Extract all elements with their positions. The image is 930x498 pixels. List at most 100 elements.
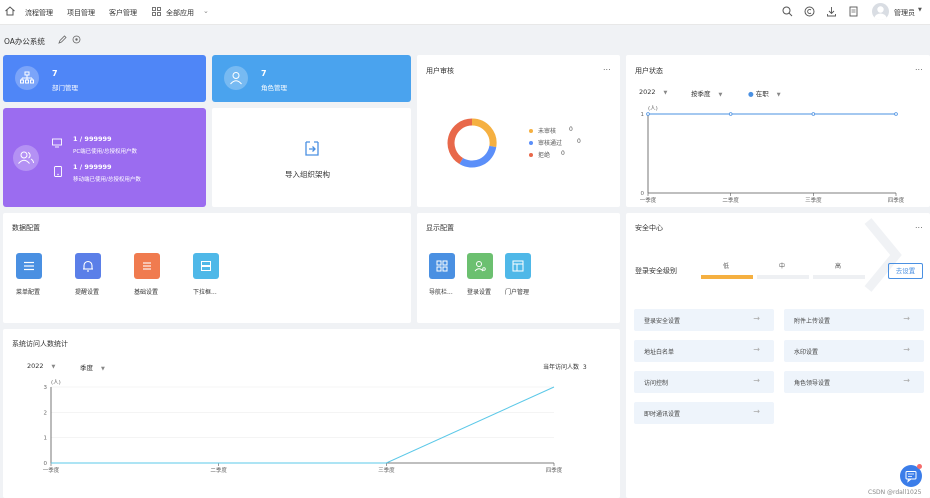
legend-value: 0 (561, 150, 565, 157)
document-icon[interactable] (848, 6, 859, 17)
menu-config-button[interactable] (16, 253, 42, 279)
user-status-title: 用户状态 (635, 67, 663, 75)
series-line (51, 386, 555, 464)
year-select[interactable]: 2022 ▼ (639, 88, 667, 96)
nav-customer[interactable]: 客户管理 (109, 8, 137, 18)
x-tick-label: 一季度 (640, 196, 657, 204)
user-icon (224, 66, 248, 90)
status-select[interactable]: ● 在职 ▼ (748, 88, 781, 98)
attachment-upload-settings-button[interactable]: 附件上传设置 → (784, 309, 924, 331)
navbar-config-label: 导航栏... (429, 289, 453, 296)
x-tick-label: 四季度 (546, 466, 563, 474)
x-tick-label: 三季度 (805, 196, 822, 204)
nav-project[interactable]: 项目管理 (67, 8, 95, 18)
more-icon[interactable]: ... (915, 221, 923, 230)
more-icon[interactable]: ... (915, 63, 923, 72)
x-tick-label: 一季度 (43, 466, 60, 474)
role-label: 角色管理 (261, 84, 287, 92)
role-tile[interactable]: 7 角色管理 (212, 55, 411, 102)
legend-value: 0 (577, 138, 581, 145)
reminder-settings-button[interactable] (75, 253, 101, 279)
visits-year-select[interactable]: 2022 ▼ (27, 362, 55, 370)
menu-config-label: 菜单配置 (16, 289, 41, 296)
import-org-tile[interactable]: 导入组织架构 (212, 108, 411, 207)
user-audit-card: 用户审核 ... 未审核 0 审核通过 0 拒绝 0 (417, 55, 620, 207)
home-icon[interactable] (4, 5, 16, 17)
login-settings-button[interactable] (467, 253, 493, 279)
basic-settings-button[interactable] (134, 253, 160, 279)
pc-license-label: PC端已使用/总授权用户数 (73, 149, 138, 155)
legend-label: 审核通过 (538, 140, 563, 147)
portal-management-button[interactable] (505, 253, 531, 279)
watermark-settings-button[interactable]: 水印设置 → (784, 340, 924, 362)
data-config-card: 数据配置 菜单配置 提醒设置 基础设置 下拉框... (3, 213, 411, 323)
license-tile: 1 / 999999 PC端已使用/总授权用户数 1 / 999999 移动端已… (3, 108, 206, 207)
legend-label: 拒绝 (538, 152, 551, 159)
more-icon[interactable]: ... (603, 63, 611, 72)
go-settings-button[interactable]: 去设置 (888, 263, 923, 279)
level-mid-label: 中 (779, 263, 786, 270)
watermark-text: CSDN @rdall1025 (868, 489, 922, 496)
edit-icon[interactable] (58, 35, 67, 44)
top-bar: 流程管理 项目管理 客户管理 全部应用 ⌄ 管理员 ▼ (0, 0, 930, 25)
sliders-icon (143, 262, 151, 270)
basic-settings-label: 基础设置 (134, 289, 159, 296)
display-config-card: 显示配置 导航栏... 登录设置 门户管理 (417, 213, 620, 323)
chat-icon[interactable] (900, 464, 922, 487)
mobile-license-value: 1 / 999999 (73, 163, 112, 171)
level-low-label: 低 (723, 263, 730, 270)
dropdown-config-button[interactable] (193, 253, 219, 279)
navbar-config-button[interactable] (429, 253, 455, 279)
level-bar-mid (757, 275, 809, 279)
period-select[interactable]: 按季度 ▼ (691, 88, 722, 98)
visits-period-select[interactable]: 季度 ▼ (80, 362, 105, 372)
user-name[interactable]: 管理员 (894, 8, 915, 18)
login-security-settings-button[interactable]: 登录安全设置 → (634, 309, 774, 331)
dropdown-config-label: 下拉框... (193, 289, 217, 296)
level-bar-low (701, 275, 753, 279)
x-tick-label: 二季度 (722, 196, 739, 204)
monitor-icon (52, 138, 62, 148)
level-high-label: 高 (835, 263, 842, 270)
department-label: 部门管理 (52, 84, 78, 92)
layout-icon (512, 260, 524, 272)
login-security-level-label: 登录安全级别 (635, 267, 677, 275)
user-gear-icon (474, 261, 486, 272)
x-tick-label: 三季度 (378, 466, 395, 474)
notification-dot (917, 464, 922, 469)
nav-process[interactable]: 流程管理 (25, 8, 53, 18)
department-tile[interactable]: 7 部门管理 (3, 55, 206, 102)
login-settings-label: 登录设置 (467, 289, 492, 296)
search-icon[interactable] (782, 6, 793, 17)
org-icon (15, 66, 39, 90)
grid-icon (436, 260, 448, 272)
reminder-settings-label: 提醒设置 (75, 289, 100, 296)
copyright-icon[interactable] (804, 6, 815, 17)
im-settings-button[interactable]: 即时通讯设置 → (634, 402, 774, 424)
download-icon[interactable] (826, 6, 837, 17)
audit-donut (447, 118, 497, 168)
display-config-title: 显示配置 (426, 224, 454, 232)
y-tick-label: 3 (44, 385, 48, 391)
y-tick-label: 1 (44, 436, 48, 442)
security-center-card: 安全中心 ... 登录安全级别 低 中 高 去设置 登录安全设置 → 附件上传设置… (626, 213, 930, 498)
data-config-title: 数据配置 (12, 224, 40, 232)
chevron-down-icon[interactable]: ⌄ (203, 7, 209, 15)
eye-icon[interactable] (72, 35, 81, 44)
role-leader-settings-button[interactable]: 角色领导设置 → (784, 371, 924, 393)
data-point (811, 112, 816, 116)
avatar[interactable] (872, 3, 889, 20)
apps-grid-icon[interactable] (152, 7, 161, 16)
mobile-icon (54, 166, 62, 177)
portal-management-label: 门户管理 (505, 289, 530, 296)
y-tick-label: 1 (641, 112, 645, 118)
user-caret-icon[interactable]: ▼ (918, 7, 922, 13)
ip-whitelist-button[interactable]: 地址白名单 → (634, 340, 774, 362)
nav-all-apps[interactable]: 全部应用 (166, 8, 194, 18)
department-count: 7 (52, 69, 58, 78)
access-control-button[interactable]: 访问控制 → (634, 371, 774, 393)
legend-dot (529, 129, 533, 133)
role-count: 7 (261, 69, 267, 78)
bell-icon (83, 260, 93, 272)
legend-dot (529, 141, 533, 145)
